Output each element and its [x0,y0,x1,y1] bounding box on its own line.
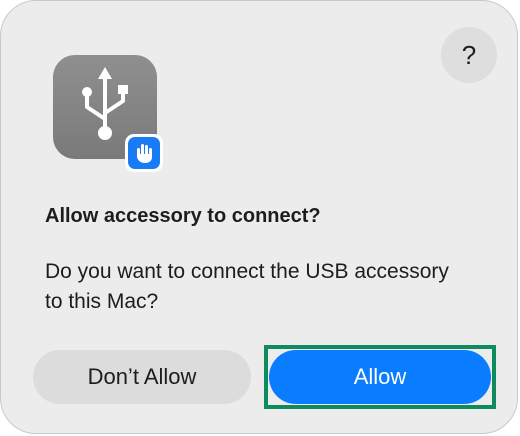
dont-allow-button[interactable]: Don’t Allow [33,350,251,404]
usb-accessory-dialog: ? Allow accessory to connect? Do you wan… [0,0,518,434]
help-button[interactable]: ? [441,27,497,83]
dialog-title: Allow accessory to connect? [45,205,321,227]
allow-button[interactable]: Allow [269,350,491,404]
dialog-message: Do you want to connect the USB accessory… [45,260,449,313]
hand-icon [125,134,163,172]
usb-symbol-icon [82,67,128,140]
